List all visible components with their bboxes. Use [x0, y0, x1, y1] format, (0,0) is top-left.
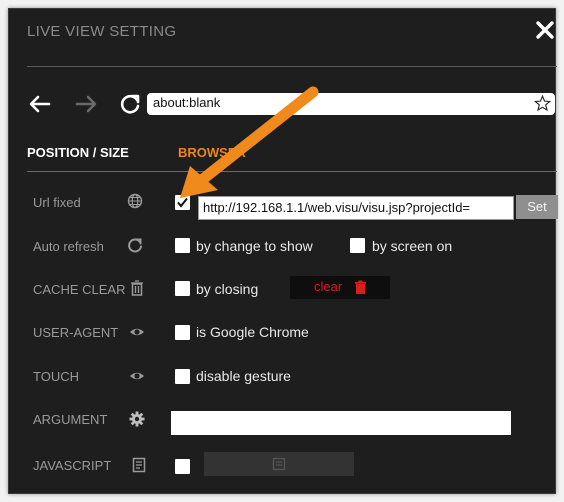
annotation-arrow	[180, 86, 319, 198]
